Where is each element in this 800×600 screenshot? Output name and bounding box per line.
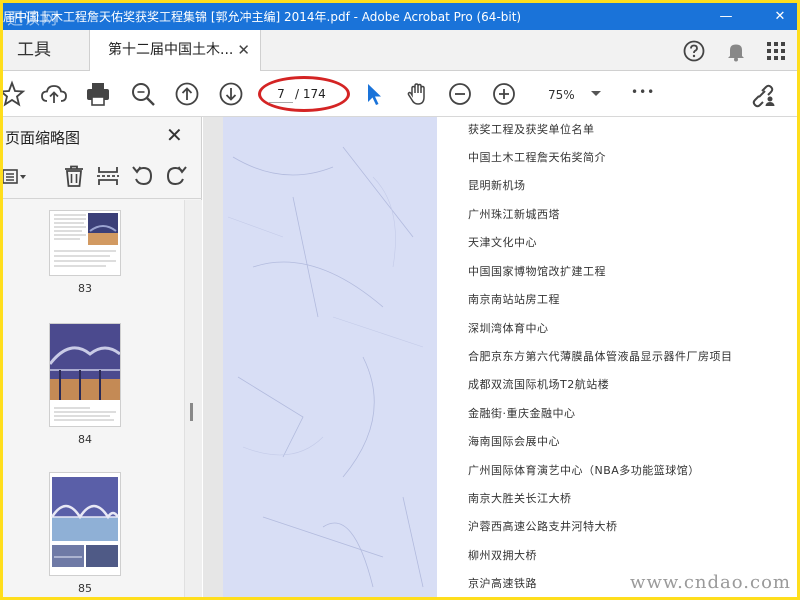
contents-item: 中国土木工程詹天佑奖简介	[468, 151, 606, 164]
zoom-out-button[interactable]	[445, 79, 475, 109]
bookmark-star-button[interactable]	[3, 79, 27, 109]
cursor-arrow-icon	[368, 84, 381, 105]
thumbnail-page[interactable]	[49, 472, 121, 576]
tab-close-icon[interactable]: ✕	[237, 30, 250, 71]
tab-bar: 工具 第十二届中国土木... ✕	[3, 30, 797, 71]
thumbnail-tools	[3, 155, 202, 199]
contents-item: 广州国际体育演艺中心（NBA多功能篮球馆）	[468, 464, 700, 477]
contents-item: 合肥京东方第六代薄膜晶体管液晶显示器件厂房项目	[468, 350, 733, 363]
thumbnail-scrollbar[interactable]	[184, 200, 202, 597]
rotate-ccw-icon	[132, 166, 153, 186]
document-gutter	[203, 117, 223, 597]
contents-item: 获奖工程及获奖单位名单	[468, 123, 595, 136]
watermark-right: www.cndao.com	[630, 572, 791, 593]
annotation-ellipse	[258, 76, 350, 112]
acrobat-window: 届中国土木工程詹天佑奖获奖工程集锦 [郭允冲主编] 2014年.pdf - Ad…	[3, 3, 797, 597]
contents-item: 天津文化中心	[468, 236, 537, 249]
trash-icon	[65, 165, 83, 187]
zoom-in-button[interactable]	[489, 79, 519, 109]
print-button[interactable]	[83, 79, 113, 109]
link-person-icon	[752, 84, 775, 108]
rotate-cw-icon	[166, 166, 187, 186]
page-thumbnail-image	[50, 473, 120, 575]
contents-item: 海南国际会展中心	[468, 435, 560, 448]
contents-item: 金融街·重庆金融中心	[468, 407, 576, 420]
contents-item: 柳州双拥大桥	[468, 549, 537, 562]
contents-item: 广州珠江新城西塔	[468, 208, 560, 221]
magnifier-icon	[132, 83, 155, 106]
thumbnail-page[interactable]	[49, 210, 121, 276]
thumbnail-label: 84	[78, 433, 92, 446]
list-options-icon	[3, 169, 26, 184]
title-bar: 届中国土木工程詹天佑奖获奖工程集锦 [郭允冲主编] 2014年.pdf - Ad…	[3, 3, 797, 30]
page-extract-icon	[97, 167, 119, 185]
page-thumbnail-image	[50, 211, 120, 275]
contents-item: 南京大胜关长江大桥	[468, 492, 572, 505]
page-cover-image	[223, 117, 437, 597]
thumbnail-options-button[interactable]	[3, 163, 27, 189]
plus-circle-icon	[493, 83, 515, 105]
main-toolbar: / 174 75% ••	[3, 71, 797, 117]
watermark-left: 迅读网	[7, 9, 59, 28]
printer-icon	[87, 83, 109, 106]
hand-tool-button[interactable]	[403, 79, 433, 109]
document-view: 获奖工程及获奖单位名单 中国土木工程詹天佑奖简介 昆明新机场 广州珠江新城西塔 …	[203, 117, 797, 597]
thumbnail-label: 85	[78, 582, 92, 595]
page-thumbnail-image	[48, 324, 121, 426]
help-icon[interactable]	[683, 40, 705, 62]
paper-texture	[223, 117, 437, 597]
extract-page-button[interactable]	[95, 163, 121, 189]
contents-item: 成都双流国际机场T2航站楼	[468, 378, 610, 391]
cloud-upload-icon	[41, 85, 67, 103]
hand-icon	[407, 83, 425, 105]
apps-grid-icon[interactable]	[766, 41, 786, 61]
tab-document[interactable]: 第十二届中国土木... ✕	[89, 30, 261, 71]
zoom-level-value: 75%	[548, 88, 575, 102]
next-page-button[interactable]	[216, 79, 246, 109]
previous-page-button[interactable]	[172, 79, 202, 109]
more-tools-button[interactable]: •••	[631, 85, 655, 99]
contents-item: 京沪高速铁路	[468, 577, 537, 590]
delete-page-button[interactable]	[61, 163, 87, 189]
upload-cloud-button[interactable]	[39, 79, 69, 109]
thumbnail-panel-header: 页面缩略图 ✕	[3, 117, 202, 155]
zoom-level-dropdown[interactable]: 75%	[535, 85, 605, 105]
arrow-down-circle-icon	[219, 82, 243, 106]
contents-item: 沪蓉西高速公路支井河特大桥	[468, 520, 618, 533]
rotate-left-button[interactable]	[130, 163, 156, 189]
contents-list: 获奖工程及获奖单位名单 中国土木工程詹天佑奖简介 昆明新机场 广州珠江新城西塔 …	[437, 117, 797, 597]
thumbnail-label: 83	[78, 282, 92, 295]
rotate-right-button[interactable]	[163, 163, 189, 189]
scrollbar-thumb[interactable]	[190, 403, 193, 421]
window-title: 届中国土木工程詹天佑奖获奖工程集锦 [郭允冲主编] 2014年.pdf - Ad…	[3, 10, 522, 24]
share-link-button[interactable]	[747, 79, 777, 109]
close-window-button[interactable]: ✕	[763, 3, 797, 30]
contents-item: 昆明新机场	[468, 179, 526, 192]
panel-close-icon[interactable]: ✕	[166, 123, 183, 147]
tab-tools[interactable]: 工具	[3, 30, 83, 71]
panel-title: 页面缩略图	[5, 129, 81, 147]
select-tool-button[interactable]	[359, 79, 389, 109]
zoom-search-button[interactable]	[128, 79, 158, 109]
thumbnail-page[interactable]	[48, 323, 121, 427]
contents-item: 中国国家博物馆改扩建工程	[468, 265, 606, 278]
thumbnail-panel: 页面缩略图 ✕ 83 84 85	[3, 117, 202, 597]
notification-bell-icon[interactable]	[725, 40, 747, 62]
thumbnail-list: 83 84 85	[3, 200, 184, 597]
star-icon	[3, 80, 26, 107]
contents-item: 深圳湾体育中心	[468, 322, 549, 335]
arrow-up-circle-icon	[175, 82, 199, 106]
contents-item: 南京南站站房工程	[468, 293, 560, 306]
tab-document-label: 第十二届中国土木...	[108, 42, 234, 58]
minimize-button[interactable]: —	[709, 3, 743, 30]
chevron-down-icon	[591, 91, 601, 96]
minus-circle-icon	[449, 83, 471, 105]
